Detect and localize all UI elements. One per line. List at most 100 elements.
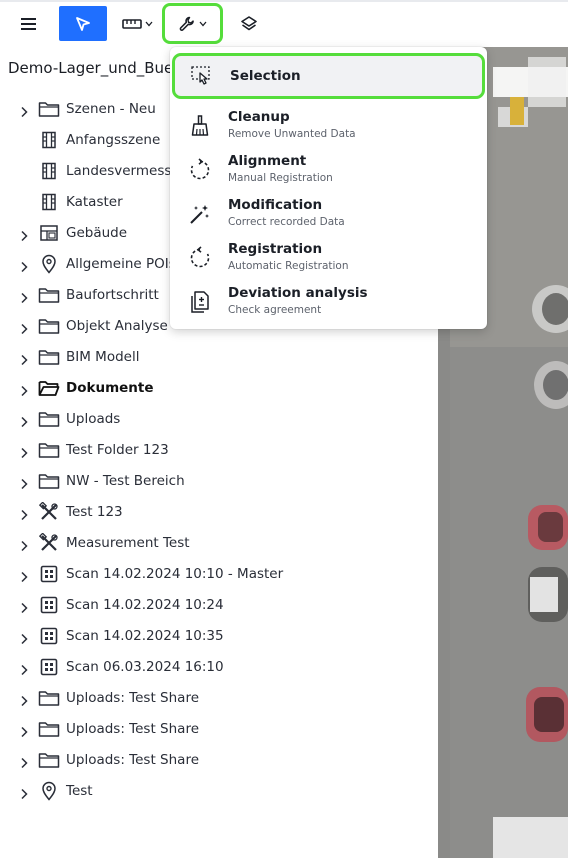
menu-button[interactable] <box>12 6 46 41</box>
tree-item[interactable]: Test 123 <box>0 497 438 528</box>
tree-item-label: Scan 06.03.2024 16:10 <box>66 659 224 675</box>
folder-icon <box>38 688 60 708</box>
tools-menu-item-alignment[interactable]: Alignment Manual Registration <box>170 148 487 192</box>
scan-grid-icon <box>38 595 60 615</box>
chevron-right-icon[interactable] <box>18 692 30 707</box>
tools-menu-item-modification[interactable]: Modification Correct recorded Data <box>170 192 487 236</box>
menu-item-title: Registration <box>228 241 323 257</box>
tree-item[interactable]: Scan 14.02.2024 10:10 - Master <box>0 559 438 590</box>
chevron-right-icon[interactable] <box>18 351 30 366</box>
tree-item-label: NW - Test Bereich <box>66 473 185 489</box>
chevron-right-icon[interactable] <box>18 661 30 676</box>
folder-icon <box>38 285 60 305</box>
tools-menu-button[interactable] <box>162 3 223 44</box>
tree-item[interactable]: Uploads <box>0 404 438 435</box>
tree-item[interactable]: Scan 06.03.2024 16:10 <box>0 652 438 683</box>
tools-cross-icon <box>38 533 60 553</box>
project-title: Demo-Lager_und_Bue <box>8 59 174 77</box>
tree-item-label: Scan 14.02.2024 10:35 <box>66 628 224 644</box>
tree-item-label: Szenen - Neu <box>66 101 156 117</box>
chevron-right-icon[interactable] <box>18 723 30 738</box>
chevron-right-icon[interactable] <box>18 537 30 552</box>
menu-item-title: Cleanup <box>228 109 290 125</box>
chevron-right-icon[interactable] <box>18 320 30 335</box>
chevron-right-icon[interactable] <box>18 475 30 490</box>
tree-item-label: Uploads: Test Share <box>66 690 200 706</box>
tree-item-label: Gebäude <box>66 225 128 241</box>
folder-icon <box>38 750 60 770</box>
layers-icon <box>241 15 257 30</box>
chevron-right-icon[interactable] <box>18 754 30 769</box>
tree-item-label: Scan 14.02.2024 10:10 - Master <box>66 566 284 582</box>
tree-item-label: Scan 14.02.2024 10:24 <box>66 597 224 613</box>
folder-icon <box>38 471 60 491</box>
chevron-right-icon[interactable] <box>18 599 30 614</box>
tools-menu-item-deviation-analysis[interactable]: Deviation analysis Check agreement <box>170 280 487 324</box>
scan-grid-icon <box>38 657 60 677</box>
chevron-down-icon <box>145 21 152 26</box>
menu-item-title: Modification <box>228 197 323 213</box>
chevron-right-icon[interactable] <box>18 630 30 645</box>
scan-grid-icon <box>38 626 60 646</box>
tree-item[interactable]: Test Folder 123 <box>0 435 438 466</box>
tree-item[interactable]: Test <box>0 776 438 807</box>
tree-item-label: Anfangsszene <box>66 132 161 148</box>
folder-open-icon <box>38 378 60 398</box>
measure-tool-button[interactable] <box>118 6 156 41</box>
rotate-left-icon <box>188 246 212 270</box>
chevron-right-icon[interactable] <box>18 289 30 304</box>
film-icon <box>38 161 60 181</box>
tree-item-label: Allgemeine POIs <box>66 256 176 272</box>
document-compare-icon <box>188 290 212 314</box>
tree-item[interactable]: Dokumente <box>0 373 438 404</box>
menu-item-subtitle: Automatic Registration <box>228 260 349 272</box>
chevron-right-icon[interactable] <box>18 413 30 428</box>
tree-item[interactable]: NW - Test Bereich <box>0 466 438 497</box>
tools-menu-item-selection[interactable]: Selection <box>172 53 485 99</box>
tree-item[interactable]: Uploads: Test Share <box>0 714 438 745</box>
menu-item-title: Deviation analysis <box>228 285 368 301</box>
tree-item-label: Landesvermess <box>66 163 172 179</box>
tools-menu-item-registration[interactable]: Registration Automatic Registration <box>170 236 487 280</box>
tree-item[interactable]: Uploads: Test Share <box>0 683 438 714</box>
tree-item[interactable]: Uploads: Test Share <box>0 745 438 776</box>
tree-item[interactable]: Measurement Test <box>0 528 438 559</box>
folder-icon <box>38 347 60 367</box>
menu-item-subtitle: Manual Registration <box>228 172 333 184</box>
chevron-right-icon[interactable] <box>18 227 30 242</box>
tree-item-label: Measurement Test <box>66 535 190 551</box>
menu-item-subtitle: Correct recorded Data <box>228 216 345 228</box>
film-icon <box>38 130 60 150</box>
tree-item-label: Dokumente <box>66 380 154 396</box>
chevron-right-icon[interactable] <box>18 785 30 800</box>
select-tool-button[interactable] <box>59 6 107 41</box>
chevron-right-icon[interactable] <box>18 382 30 397</box>
folder-icon <box>38 440 60 460</box>
tree-item-label: Test Folder 123 <box>66 442 169 458</box>
tree-item-label: Uploads: Test Share <box>66 752 200 768</box>
tree-item-label: Test 123 <box>66 504 123 520</box>
chevron-right-icon[interactable] <box>18 103 30 118</box>
menu-item-title: Selection <box>230 68 301 84</box>
folder-icon <box>38 316 60 336</box>
wrench-icon <box>179 16 194 31</box>
tree-item[interactable]: BIM Modell <box>0 342 438 373</box>
chevron-right-icon[interactable] <box>18 444 30 459</box>
tree-item-label: Baufortschritt <box>66 287 159 303</box>
floorplan-icon <box>38 223 60 243</box>
tools-menu-item-cleanup[interactable]: Cleanup Remove Unwanted Data <box>170 104 487 148</box>
folder-icon <box>38 99 60 119</box>
menu-item-subtitle: Remove Unwanted Data <box>228 128 356 140</box>
layers-button[interactable] <box>232 6 266 41</box>
tools-dropdown-menu: Selection Cleanup Remove Unwanted Data Alig… <box>170 47 487 329</box>
tree-item-label: Uploads: Test Share <box>66 721 200 737</box>
chevron-right-icon[interactable] <box>18 258 30 273</box>
tree-item[interactable]: Scan 14.02.2024 10:24 <box>0 590 438 621</box>
chevron-right-icon[interactable] <box>18 568 30 583</box>
toolbar <box>0 0 568 47</box>
tree-item-label: Test <box>66 783 93 799</box>
tree-item-label: Kataster <box>66 194 123 210</box>
tree-item-label: BIM Modell <box>66 349 140 365</box>
chevron-right-icon[interactable] <box>18 506 30 521</box>
tree-item[interactable]: Scan 14.02.2024 10:35 <box>0 621 438 652</box>
